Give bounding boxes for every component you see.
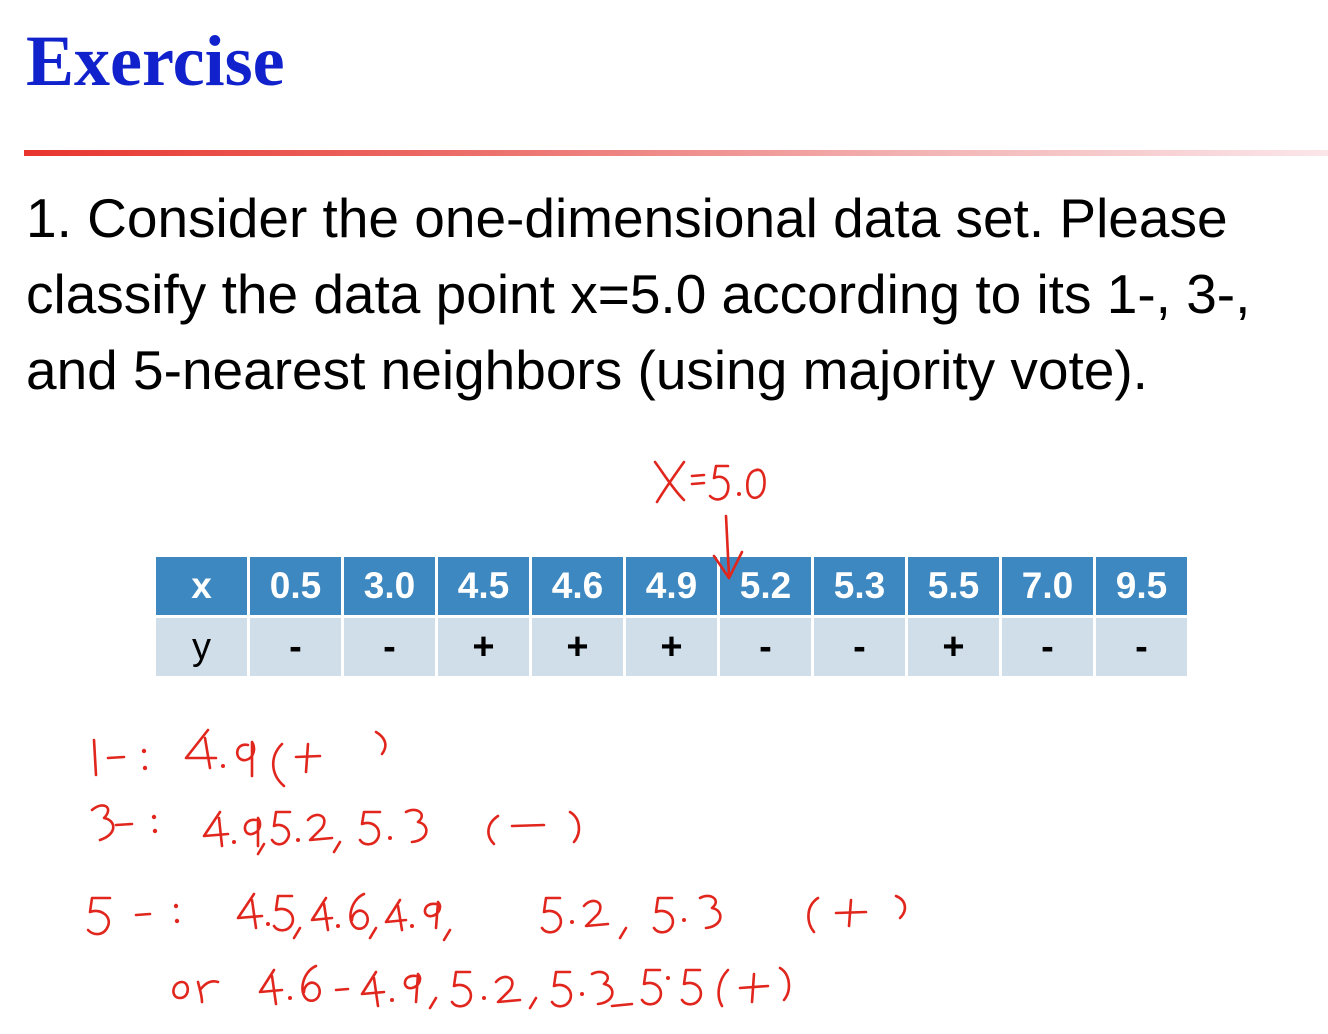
data-table: x 0.5 3.0 4.5 4.6 4.9 5.2 5.3 5.5 7.0 9.… — [153, 554, 1190, 679]
x-cell: 7.0 — [1002, 557, 1093, 615]
y-cell: + — [438, 618, 529, 676]
x-row: x 0.5 3.0 4.5 4.6 4.9 5.2 5.3 5.5 7.0 9.… — [156, 557, 1187, 615]
y-cell: - — [1002, 618, 1093, 676]
y-header: y — [156, 618, 247, 676]
y-cell: - — [720, 618, 811, 676]
slide-title: Exercise — [26, 21, 285, 101]
handwritten-1nn-note — [92, 728, 387, 788]
y-cell: + — [532, 618, 623, 676]
x-cell: 4.9 — [626, 557, 717, 615]
question-text: 1. Consider the one-dimensional data set… — [26, 187, 1251, 401]
y-cell: - — [250, 618, 341, 676]
handwritten-3nn-note — [90, 804, 581, 856]
y-row: y - - + + + - - + - - — [156, 618, 1187, 676]
x-cell: 9.5 — [1096, 557, 1187, 615]
x-cell: 3.0 — [344, 557, 435, 615]
y-cell: - — [1096, 618, 1187, 676]
x-cell: 0.5 — [250, 557, 341, 615]
title-divider — [24, 150, 1328, 156]
x-cell: 4.5 — [438, 557, 529, 615]
x-cell: 5.5 — [908, 557, 999, 615]
handwritten-query-label — [653, 460, 766, 504]
handwritten-5nn-note — [86, 892, 907, 942]
x-cell: 5.3 — [814, 557, 905, 615]
y-cell: + — [908, 618, 999, 676]
y-cell: + — [626, 618, 717, 676]
y-cell: - — [344, 618, 435, 676]
y-cell: - — [814, 618, 905, 676]
x-header: x — [156, 557, 247, 615]
x-cell: 4.6 — [532, 557, 623, 615]
x-cell: 5.2 — [720, 557, 811, 615]
handwritten-5nn-alt-note — [172, 964, 791, 1010]
